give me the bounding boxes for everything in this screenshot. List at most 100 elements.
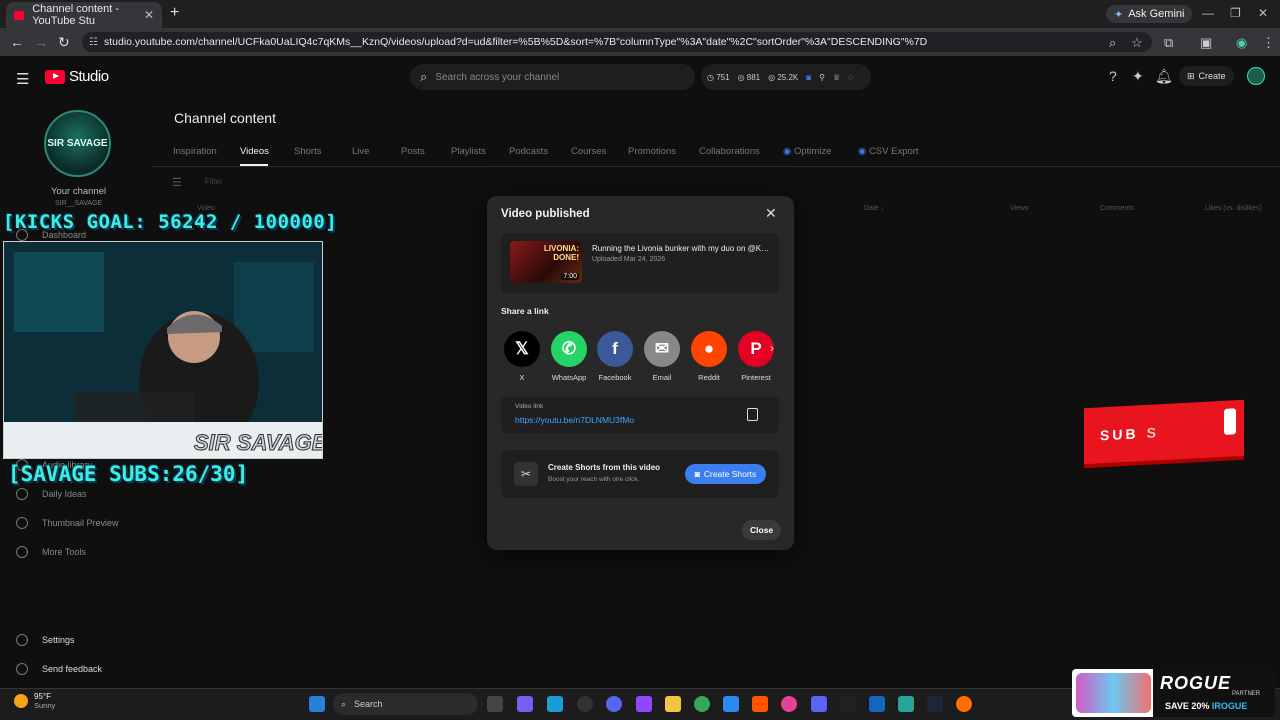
cursor-pill-icon — [1224, 408, 1236, 435]
help-icon[interactable]: ? — [1109, 68, 1117, 84]
address-bar[interactable]: ☷ studio.youtube.com/channel/UCFka0UaLIQ… — [82, 32, 1152, 52]
back-icon[interactable]: ← — [10, 34, 24, 50]
sparkle-icon[interactable]: ✦ — [1132, 68, 1144, 85]
column-date[interactable]: Date ↓ — [864, 205, 884, 212]
column-likes: Likes (vs. dislikes) — [1205, 205, 1262, 212]
app-icon-6[interactable] — [606, 696, 622, 712]
extension-stats-bar[interactable]: ◷ 751 ◎ 881 ◎ 25.2K ◙ ⚲ ♕ ◌ — [701, 64, 871, 90]
sidebar-item-label: Daily Ideas — [42, 489, 87, 499]
zoom-icon[interactable]: ⌕ — [1109, 35, 1116, 51]
tab-live[interactable]: Live — [352, 146, 369, 157]
reading-mode-icon[interactable]: ▣ — [1200, 35, 1212, 51]
forward-icon[interactable]: → — [34, 34, 48, 50]
tab-videos[interactable]: Videos — [240, 146, 269, 157]
app-icon-15[interactable] — [869, 696, 885, 712]
app-icon-7[interactable] — [636, 696, 652, 712]
sidebar-item-more-tools[interactable]: More Tools — [16, 546, 86, 558]
share-facebook-button[interactable]: f — [597, 331, 633, 367]
create-shorts-subtitle: Boost your reach with one click. — [548, 476, 640, 483]
close-tab-icon[interactable]: ✕ — [144, 8, 154, 22]
app-icon-10[interactable] — [723, 696, 739, 712]
browser-menu-icon[interactable]: ⋮ — [1262, 35, 1275, 51]
close-button[interactable]: Close — [742, 520, 782, 540]
chevron-right-icon[interactable]: › — [770, 341, 774, 355]
task-view-icon[interactable] — [487, 696, 503, 712]
create-shorts-button[interactable]: ◙ Create Shorts — [685, 464, 766, 484]
tabs-divider — [153, 166, 1280, 167]
menu-hamburger-icon[interactable]: ☰ — [16, 70, 29, 88]
steam-icon[interactable] — [927, 696, 943, 712]
chrome-icon[interactable] — [694, 696, 710, 712]
browser-tab[interactable]: Channel content - YouTube Stu ✕ — [6, 2, 162, 28]
pinterest-icon: P — [750, 339, 762, 358]
search-placeholder: Search across your channel — [435, 71, 560, 83]
share-whatsapp-button[interactable]: ✆ — [551, 331, 587, 367]
app-icon-18[interactable] — [956, 696, 972, 712]
tab-promotions[interactable]: Promotions — [628, 146, 676, 157]
site-info-icon[interactable]: ☷ — [89, 37, 98, 48]
share-pinterest-button[interactable]: P — [738, 331, 774, 367]
tab-playlists[interactable]: Playlists — [451, 146, 486, 157]
video-title[interactable]: Running the Livonia bunker with my duo o… — [592, 244, 772, 253]
rogue-brand: ROGUE — [1160, 673, 1232, 693]
sidebar-item-label: Thumbnail Preview — [42, 518, 119, 528]
tab-podcasts[interactable]: Podcasts — [509, 146, 548, 157]
ask-gemini-button[interactable]: ✦ Ask Gemini — [1106, 5, 1193, 23]
app-icon-12[interactable] — [781, 696, 797, 712]
youtube-favicon-icon — [14, 10, 25, 20]
file-explorer-icon[interactable] — [665, 696, 681, 712]
reload-icon[interactable]: ↻ — [58, 34, 70, 51]
share-email-button[interactable]: ✉ — [644, 331, 680, 367]
account-avatar[interactable] — [1247, 67, 1265, 85]
tab-optimize-label: Optimize — [793, 146, 832, 157]
tab-optimize[interactable]: ◉ Optimize — [783, 146, 831, 157]
share-x-button[interactable]: 𝕏 — [504, 331, 540, 367]
bookmark-star-icon[interactable]: ☆ — [1131, 35, 1143, 51]
studio-logo[interactable]: Studio — [45, 68, 109, 85]
capcut-icon[interactable] — [840, 696, 856, 712]
tab-inspiration[interactable]: Inspiration — [173, 146, 217, 157]
profile-icon[interactable]: ◉ — [1236, 35, 1247, 51]
sidebar-item-thumbnail-preview[interactable]: Thumbnail Preview — [16, 517, 119, 529]
search-icon: ⌕ — [420, 69, 428, 84]
channel-avatar[interactable]: SIR SAVAGE — [44, 110, 111, 177]
rogue-sponsor-overlay: ROGUE PARTNER SAVE 20% IROGUE — [1072, 669, 1275, 717]
weather-widget[interactable]: 95°F Sunny — [14, 692, 55, 710]
minimize-icon[interactable]: — — [1202, 6, 1214, 20]
tab-csv-export[interactable]: ◉ CSV Export — [858, 146, 919, 157]
tab-title: Channel content - YouTube Stu — [32, 3, 120, 27]
restore-icon[interactable]: ❐ — [1230, 6, 1241, 20]
create-button[interactable]: ⊞ Create — [1179, 66, 1234, 86]
video-thumbnail[interactable]: LIVONIA: DONE! 7:00 — [510, 241, 582, 283]
filter-icon[interactable]: ☰ — [172, 176, 182, 189]
copy-icon[interactable] — [747, 408, 758, 421]
tab-posts[interactable]: Posts — [401, 146, 425, 157]
facebook-icon: f — [612, 339, 618, 358]
window-close-icon[interactable]: ✕ — [1258, 6, 1268, 20]
app-icon-16[interactable] — [898, 696, 914, 712]
extensions-icon[interactable]: ⧉ — [1164, 35, 1173, 51]
weather-temp: 95°F — [34, 692, 51, 701]
tab-courses[interactable]: Courses — [571, 146, 606, 157]
soundcloud-icon[interactable] — [752, 696, 768, 712]
share-link-label: Share a link — [501, 306, 549, 316]
new-tab-icon[interactable]: + — [170, 4, 179, 22]
copilot-icon[interactable] — [517, 696, 533, 712]
sidebar-item-daily-ideas[interactable]: Daily Ideas — [16, 488, 87, 500]
close-icon[interactable]: ✕ — [765, 205, 777, 222]
video-link-url[interactable]: https://youtu.be/n7DLNMU3fMo — [515, 415, 634, 425]
discord-icon[interactable] — [811, 696, 827, 712]
tab-collaborations[interactable]: Collaborations — [699, 146, 760, 157]
sidebar-item-send-feedback[interactable]: Send feedback — [16, 663, 102, 675]
monitor-app-icon[interactable] — [547, 696, 563, 712]
channel-search-input[interactable]: ⌕ Search across your channel — [410, 64, 695, 90]
tab-shorts[interactable]: Shorts — [294, 146, 321, 157]
chat-icon: ◌ — [848, 72, 853, 82]
notifications-bell-icon[interactable]: 🔔︎ — [1155, 68, 1173, 85]
share-reddit-button[interactable]: ● — [691, 331, 727, 367]
sidebar-item-settings[interactable]: Settings — [16, 634, 75, 646]
taskbar-search[interactable]: ⌕ Search — [333, 693, 478, 715]
obs-icon[interactable] — [577, 696, 593, 712]
windows-start-icon[interactable] — [309, 696, 325, 712]
filter-input[interactable]: Filter — [205, 177, 223, 186]
